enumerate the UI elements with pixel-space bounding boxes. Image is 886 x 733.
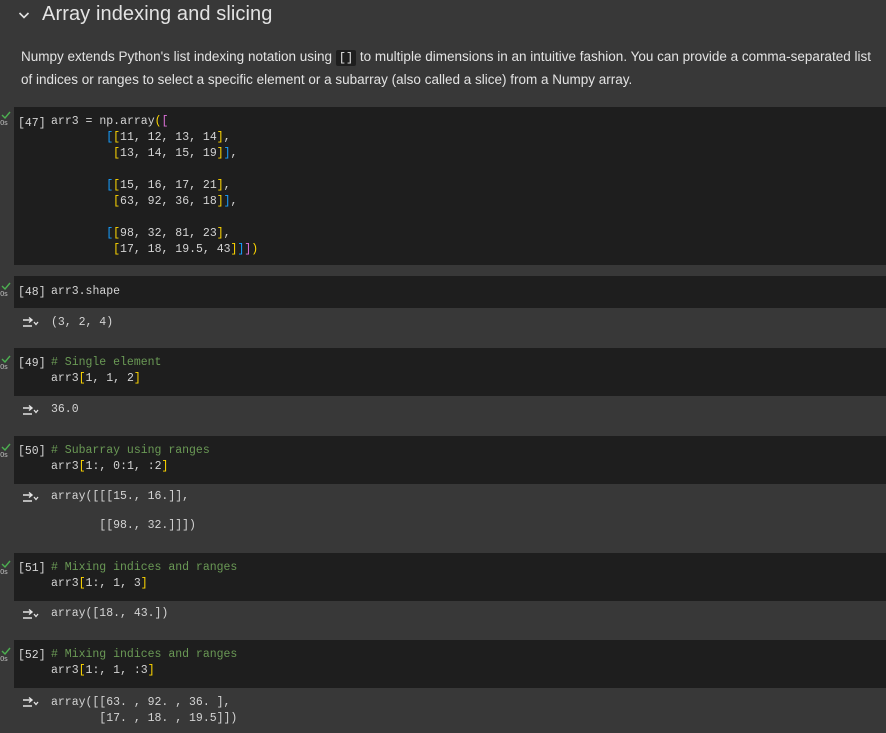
code-editor[interactable]: # Single element arr3[1, 1, 2]	[51, 355, 161, 387]
code-editor[interactable]: # Mixing indices and ranges arr3[1:, 1, …	[51, 647, 237, 679]
cell-status: 0s	[0, 282, 12, 302]
execution-count: [50]	[18, 445, 46, 458]
code-line: arr3[1:, 1, 3]	[51, 577, 148, 590]
output-text: (3, 2, 4)	[51, 316, 114, 329]
code-line: arr3[1, 1, 2]	[51, 372, 141, 385]
code-line: arr3 = np.array([	[51, 115, 169, 128]
execution-time: 0s	[0, 290, 8, 298]
output-toggle-icon[interactable]	[21, 697, 39, 709]
cell-status: 0s	[0, 647, 12, 667]
execution-time: 0s	[0, 451, 8, 459]
execution-count: [49]	[18, 357, 46, 370]
code-cell[interactable]: [49] # Single element arr3[1, 1, 2]	[14, 348, 886, 396]
code-line: arr3[1:, 1, :3]	[51, 664, 155, 677]
code-cell[interactable]: [52] # Mixing indices and ranges arr3[1:…	[14, 640, 886, 688]
section-header: Array indexing and slicing	[0, 0, 886, 30]
code-cell[interactable]: [51] # Mixing indices and ranges arr3[1:…	[14, 553, 886, 601]
code-cell[interactable]: [50] # Subarray using ranges arr3[1:, 0:…	[14, 436, 886, 484]
execution-time: 0s	[0, 568, 8, 576]
code-line: [63, 92, 36, 18]],	[113, 195, 238, 208]
execution-time: 0s	[0, 119, 8, 127]
code-cell[interactable]: [48] arr3.shape	[14, 276, 886, 308]
code-line: [13, 14, 15, 19]],	[113, 147, 238, 160]
check-icon	[1, 647, 11, 655]
check-icon	[1, 111, 11, 119]
execution-count: [48]	[18, 286, 46, 299]
code-line: [[15, 16, 17, 21],	[106, 179, 231, 192]
execution-count: [47]	[18, 117, 46, 130]
section-title: Array indexing and slicing	[42, 3, 273, 25]
code-line: [[98, 32, 81, 23],	[106, 227, 231, 240]
cell-status: 0s	[0, 560, 12, 580]
code-line: arr3.shape	[51, 285, 121, 298]
output-text: 36.0	[51, 403, 79, 416]
output-text: array([[63. , 92. , 36. ], [17. , 18. , …	[51, 696, 238, 725]
output-area: array([[63. , 92. , 36. ], [17. , 18. , …	[14, 688, 886, 733]
output-area: array([18., 43.])	[14, 601, 886, 631]
output-toggle-icon[interactable]	[21, 609, 39, 621]
code-comment: # Subarray using ranges	[51, 444, 210, 457]
chevron-down-icon[interactable]	[16, 7, 32, 23]
code-editor[interactable]: # Mixing indices and ranges arr3[1:, 1, …	[51, 560, 237, 592]
inline-code: []	[335, 50, 357, 66]
cell-status: 0s	[0, 443, 12, 463]
check-icon	[1, 355, 11, 363]
code-editor[interactable]: arr3.shape	[51, 284, 120, 300]
code-line: arr3[1:, 0:1, :2]	[51, 460, 169, 473]
output-area: 36.0	[14, 396, 886, 426]
output-area: (3, 2, 4)	[14, 308, 886, 338]
output-text: array([[[15., 16.]], [[98., 32.]]])	[51, 490, 196, 532]
execution-time: 0s	[0, 655, 8, 663]
cell-status: 0s	[0, 111, 12, 131]
cell-status: 0s	[0, 355, 12, 375]
check-icon	[1, 443, 11, 451]
code-comment: # Single element	[51, 356, 162, 369]
output-toggle-icon[interactable]	[21, 492, 39, 504]
check-icon	[1, 560, 11, 568]
output-toggle-icon[interactable]	[21, 405, 39, 417]
execution-count: [51]	[18, 562, 46, 575]
code-editor[interactable]: arr3 = np.array([ [[11, 12, 13, 14], [13…	[51, 114, 258, 258]
output-text: array([18., 43.])	[51, 607, 169, 620]
paragraph-text-start: Numpy extends Python's list indexing not…	[21, 49, 336, 64]
code-line: [[11, 12, 13, 14],	[106, 131, 231, 144]
output-toggle-icon[interactable]	[21, 317, 39, 329]
execution-time: 0s	[0, 363, 8, 371]
output-area: array([[[15., 16.]], [[98., 32.]]])	[14, 484, 886, 544]
execution-count: [52]	[18, 649, 46, 662]
markdown-paragraph: Numpy extends Python's list indexing not…	[21, 46, 871, 91]
check-icon	[1, 282, 11, 290]
code-line: [17, 18, 19.5, 43]]])	[113, 243, 259, 256]
code-comment: # Mixing indices and ranges	[51, 648, 238, 661]
code-comment: # Mixing indices and ranges	[51, 561, 238, 574]
code-cell[interactable]: [47] arr3 = np.array([ [[11, 12, 13, 14]…	[14, 107, 886, 265]
code-editor[interactable]: # Subarray using ranges arr3[1:, 0:1, :2…	[51, 443, 210, 475]
